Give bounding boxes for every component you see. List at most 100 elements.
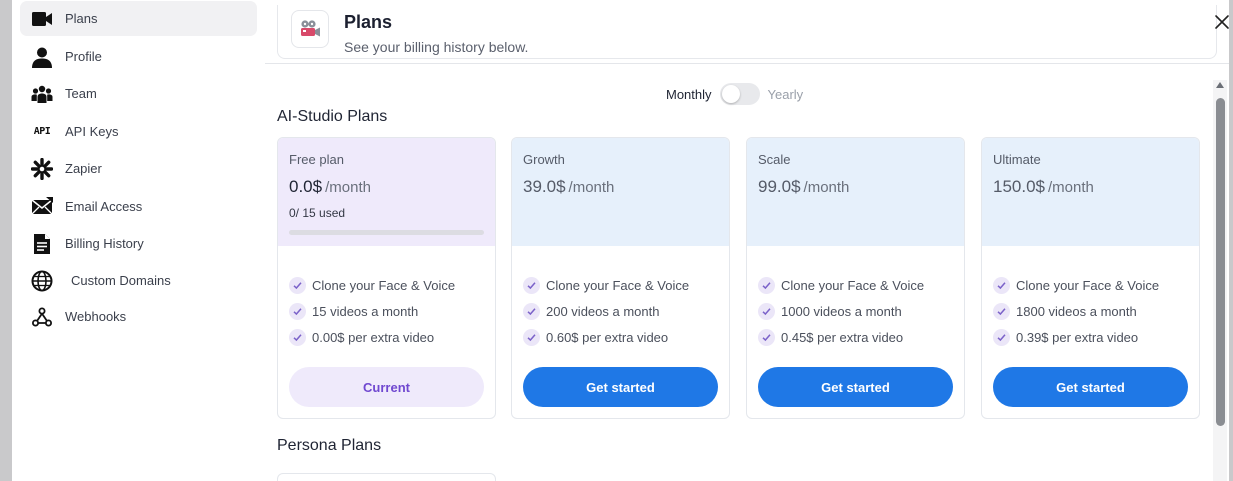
sidebar-item-label: Custom Domains [71,273,171,288]
feature-item: 0.39$ per extra video [993,324,1159,350]
price-period: /month [568,179,615,196]
sidebar-item-team[interactable]: Team [20,76,257,111]
price-period: /month [325,179,371,196]
feature-item: 0.00$ per extra video [289,324,455,350]
zapier-icon [30,157,54,181]
feature-item: 1800 videos a month [993,298,1159,324]
persona-plan-card [277,473,496,481]
plan-features: Clone your Face & Voice 1000 videos a mo… [758,272,924,350]
team-icon [30,82,54,106]
feature-text: 1000 videos a month [781,303,902,319]
usage-text: 0/ 15 used [289,206,346,220]
film-projector-icon [291,10,329,48]
scroll-up-arrow-icon[interactable] [1216,82,1224,88]
price-period: /month [803,179,850,196]
feature-item: Clone your Face & Voice [523,272,689,298]
monthly-label[interactable]: Monthly [666,87,712,102]
plan-name: Ultimate [993,152,1041,167]
plan-card-header: Ultimate 150.0$/month [982,138,1199,246]
check-icon [523,302,540,320]
plan-card-header: Scale 99.0$/month [747,138,964,246]
check-icon [523,276,540,294]
billing-period-switch[interactable] [719,83,760,105]
usage-progress-bar [289,230,484,235]
feature-item: Clone your Face & Voice [758,272,924,298]
feature-item: 0.45$ per extra video [758,324,924,350]
plan-features: Clone your Face & Voice 200 videos a mon… [523,272,689,350]
plan-card-growth: Growth 39.0$/month Clone your Face & Voi… [511,137,730,419]
feature-text: 0.39$ per extra video [1016,329,1139,345]
document-icon [30,232,54,256]
user-icon [30,45,54,69]
api-icon-text: API [33,126,51,137]
settings-sidebar: Plans Profile Team API API Keys Zapier E… [12,0,264,481]
sidebar-item-label: API Keys [65,124,119,139]
sidebar-item-email-access[interactable]: Email Access [20,189,257,224]
webhook-icon [30,305,54,329]
price-value: 39.0$ [523,177,566,196]
feature-text: 0.45$ per extra video [781,329,904,345]
get-started-button-growth[interactable]: Get started [523,367,718,407]
plan-price: 0.0$/month [289,177,371,197]
switch-knob [721,85,740,103]
sidebar-item-label: Billing History [65,236,144,251]
sidebar-item-profile[interactable]: Profile [20,39,257,74]
current-plan-button[interactable]: Current [289,367,484,407]
sidebar-item-label: Profile [65,49,102,64]
check-icon [289,328,306,346]
sidebar-item-api-keys[interactable]: API API Keys [20,114,257,149]
feature-text: 200 videos a month [546,303,660,319]
feature-text: 1800 videos a month [1016,303,1137,319]
plan-features: Clone your Face & Voice 1800 videos a mo… [993,272,1159,350]
scrollbar-thumb[interactable] [1216,98,1225,426]
plan-name: Free plan [289,152,344,167]
sidebar-item-label: Plans [65,11,98,26]
billing-period-toggle: Monthly Yearly [666,83,803,105]
page-title: Plans [344,12,393,32]
plan-card-free: Free plan 0.0$/month 0/ 15 used Clone yo… [277,137,496,419]
sidebar-item-plans[interactable]: Plans [20,1,257,36]
get-started-button-scale[interactable]: Get started [758,367,953,407]
plan-price: 99.0$/month [758,177,849,197]
plan-name: Scale [758,152,791,167]
email-icon [30,195,54,219]
price-value: 99.0$ [758,177,801,196]
feature-text: Clone your Face & Voice [1016,277,1160,293]
sidebar-item-webhooks[interactable]: Webhooks [20,299,257,334]
feature-text: 15 videos a month [312,303,419,319]
plan-name: Growth [523,152,565,167]
yearly-label[interactable]: Yearly [768,87,804,102]
price-period: /month [1048,179,1094,196]
video-camera-icon [30,7,54,31]
check-icon [289,276,306,294]
plan-price: 39.0$/month [523,177,614,197]
page-header: Plans See your billing history below. [265,0,1230,64]
page-subtitle: See your billing history below. [344,39,529,55]
feature-text: Clone your Face & Voice [546,277,690,293]
window-edge-left [0,0,12,481]
header-panel: Plans See your billing history below. [277,5,1229,59]
feature-item: 1000 videos a month [758,298,924,324]
content-scrollbar[interactable] [1213,80,1227,481]
sidebar-item-label: Webhooks [65,309,127,324]
api-icon: API [30,120,54,144]
get-started-button-ultimate[interactable]: Get started [993,367,1188,407]
window-edge-right [1229,0,1233,481]
plan-card-ultimate: Ultimate 150.0$/month Clone your Face & … [981,137,1200,419]
sidebar-item-billing-history[interactable]: Billing History [20,226,257,261]
feature-item: Clone your Face & Voice [289,272,455,298]
check-icon [758,276,775,294]
check-icon [993,302,1010,320]
check-icon [993,328,1010,346]
plan-price: 150.0$/month [993,177,1094,197]
sidebar-item-label: Zapier [65,161,102,176]
feature-item: 15 videos a month [289,298,455,324]
feature-text: Clone your Face & Voice [312,277,456,293]
feature-item: 200 videos a month [523,298,689,324]
sidebar-item-zapier[interactable]: Zapier [20,151,257,186]
section-title-ai-studio: AI-Studio Plans [277,108,388,125]
sidebar-item-custom-domains[interactable]: Custom Domains [20,263,257,298]
check-icon [289,302,306,320]
feature-item: 0.60$ per extra video [523,324,689,350]
feature-text: 0.60$ per extra video [546,329,669,345]
